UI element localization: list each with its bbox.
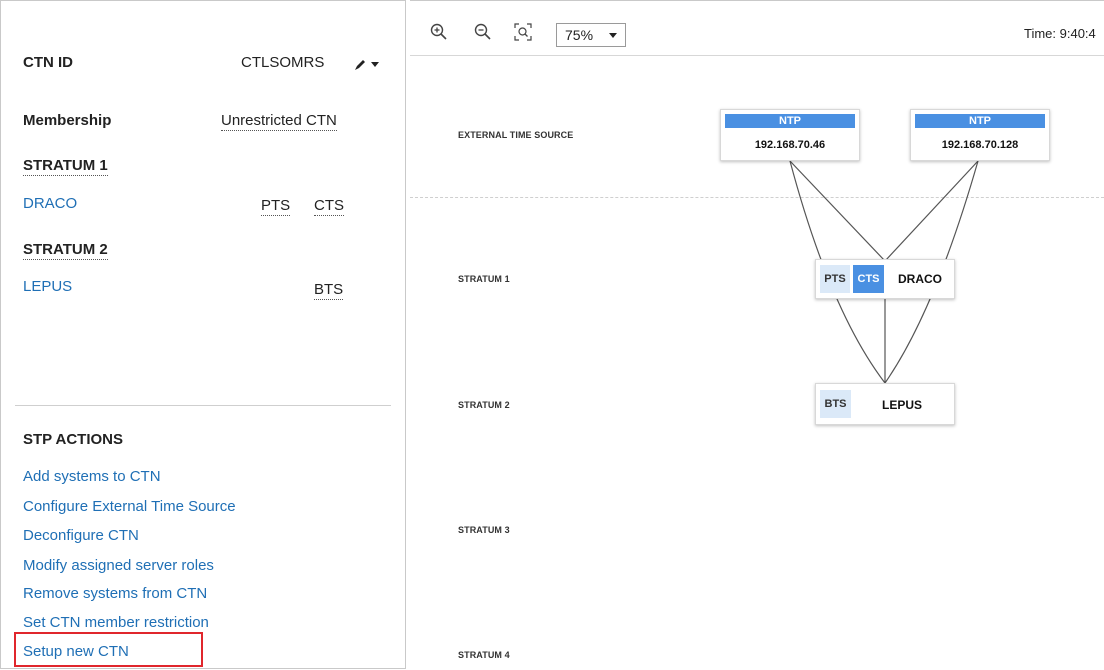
stratum-1-heading: STRATUM 1 (23, 157, 108, 176)
ntp-node-1[interactable]: NTP 192.168.70.46 (720, 109, 860, 161)
ntp-node-1-ip: 192.168.70.46 (754, 139, 826, 151)
section-divider (15, 405, 391, 406)
system-link-draco[interactable]: DRACO (23, 195, 77, 212)
highlight-box (14, 632, 203, 667)
action-deconfigure-ctn[interactable]: Deconfigure CTN (23, 527, 139, 544)
action-set-member-restriction[interactable]: Set CTN member restriction (23, 614, 209, 631)
stp-actions-heading: STP ACTIONS (23, 431, 124, 448)
ctn-id-value: CTLSOMRS (241, 54, 325, 71)
membership-label: Membership (23, 112, 112, 129)
role-badge-cts[interactable]: CTS (314, 197, 344, 216)
action-configure-external-time-source[interactable]: Configure External Time Source (23, 498, 236, 515)
role-badge-bts[interactable]: BTS (314, 281, 344, 300)
ntp-node-2-type: NTP (915, 114, 1045, 128)
ntp-node-1-type: NTP (725, 114, 855, 128)
stratum-2-heading: STRATUM 2 (23, 241, 108, 260)
ctn-details-panel: CTN ID CTLSOMRS Membership Unrestricted … (0, 0, 406, 669)
system-link-lepus[interactable]: LEPUS (23, 278, 72, 295)
ctn-id-label: CTN ID (23, 54, 73, 71)
action-remove-systems[interactable]: Remove systems from CTN (23, 585, 207, 602)
ntp-node-2[interactable]: NTP 192.168.70.128 (910, 109, 1050, 161)
system-node-draco[interactable]: PTS CTS DRACO (815, 259, 955, 299)
lepus-node-name: LEPUS (882, 398, 923, 412)
action-modify-server-roles[interactable]: Modify assigned server roles (23, 557, 214, 574)
draco-node-name: DRACO (898, 272, 942, 286)
system-node-lepus[interactable]: BTS LEPUS (815, 383, 955, 425)
role-badge-pts[interactable]: PTS (261, 197, 291, 216)
draco-role-pts: PTS (820, 265, 850, 293)
ntp-node-2-ip: 192.168.70.128 (941, 139, 1019, 151)
action-add-systems[interactable]: Add systems to CTN (23, 468, 161, 485)
topology-links (789, 160, 979, 384)
topology-view: 75% Time: 9:40:4 EXTERNAL TIME SOURCE ST… (410, 0, 1104, 669)
lepus-role-bts: BTS (820, 390, 851, 418)
link-ntp2-draco (884, 160, 979, 262)
edit-ctn-id-icon[interactable] (353, 56, 379, 72)
draco-role-cts: CTS (853, 265, 884, 293)
membership-value[interactable]: Unrestricted CTN (221, 112, 337, 131)
